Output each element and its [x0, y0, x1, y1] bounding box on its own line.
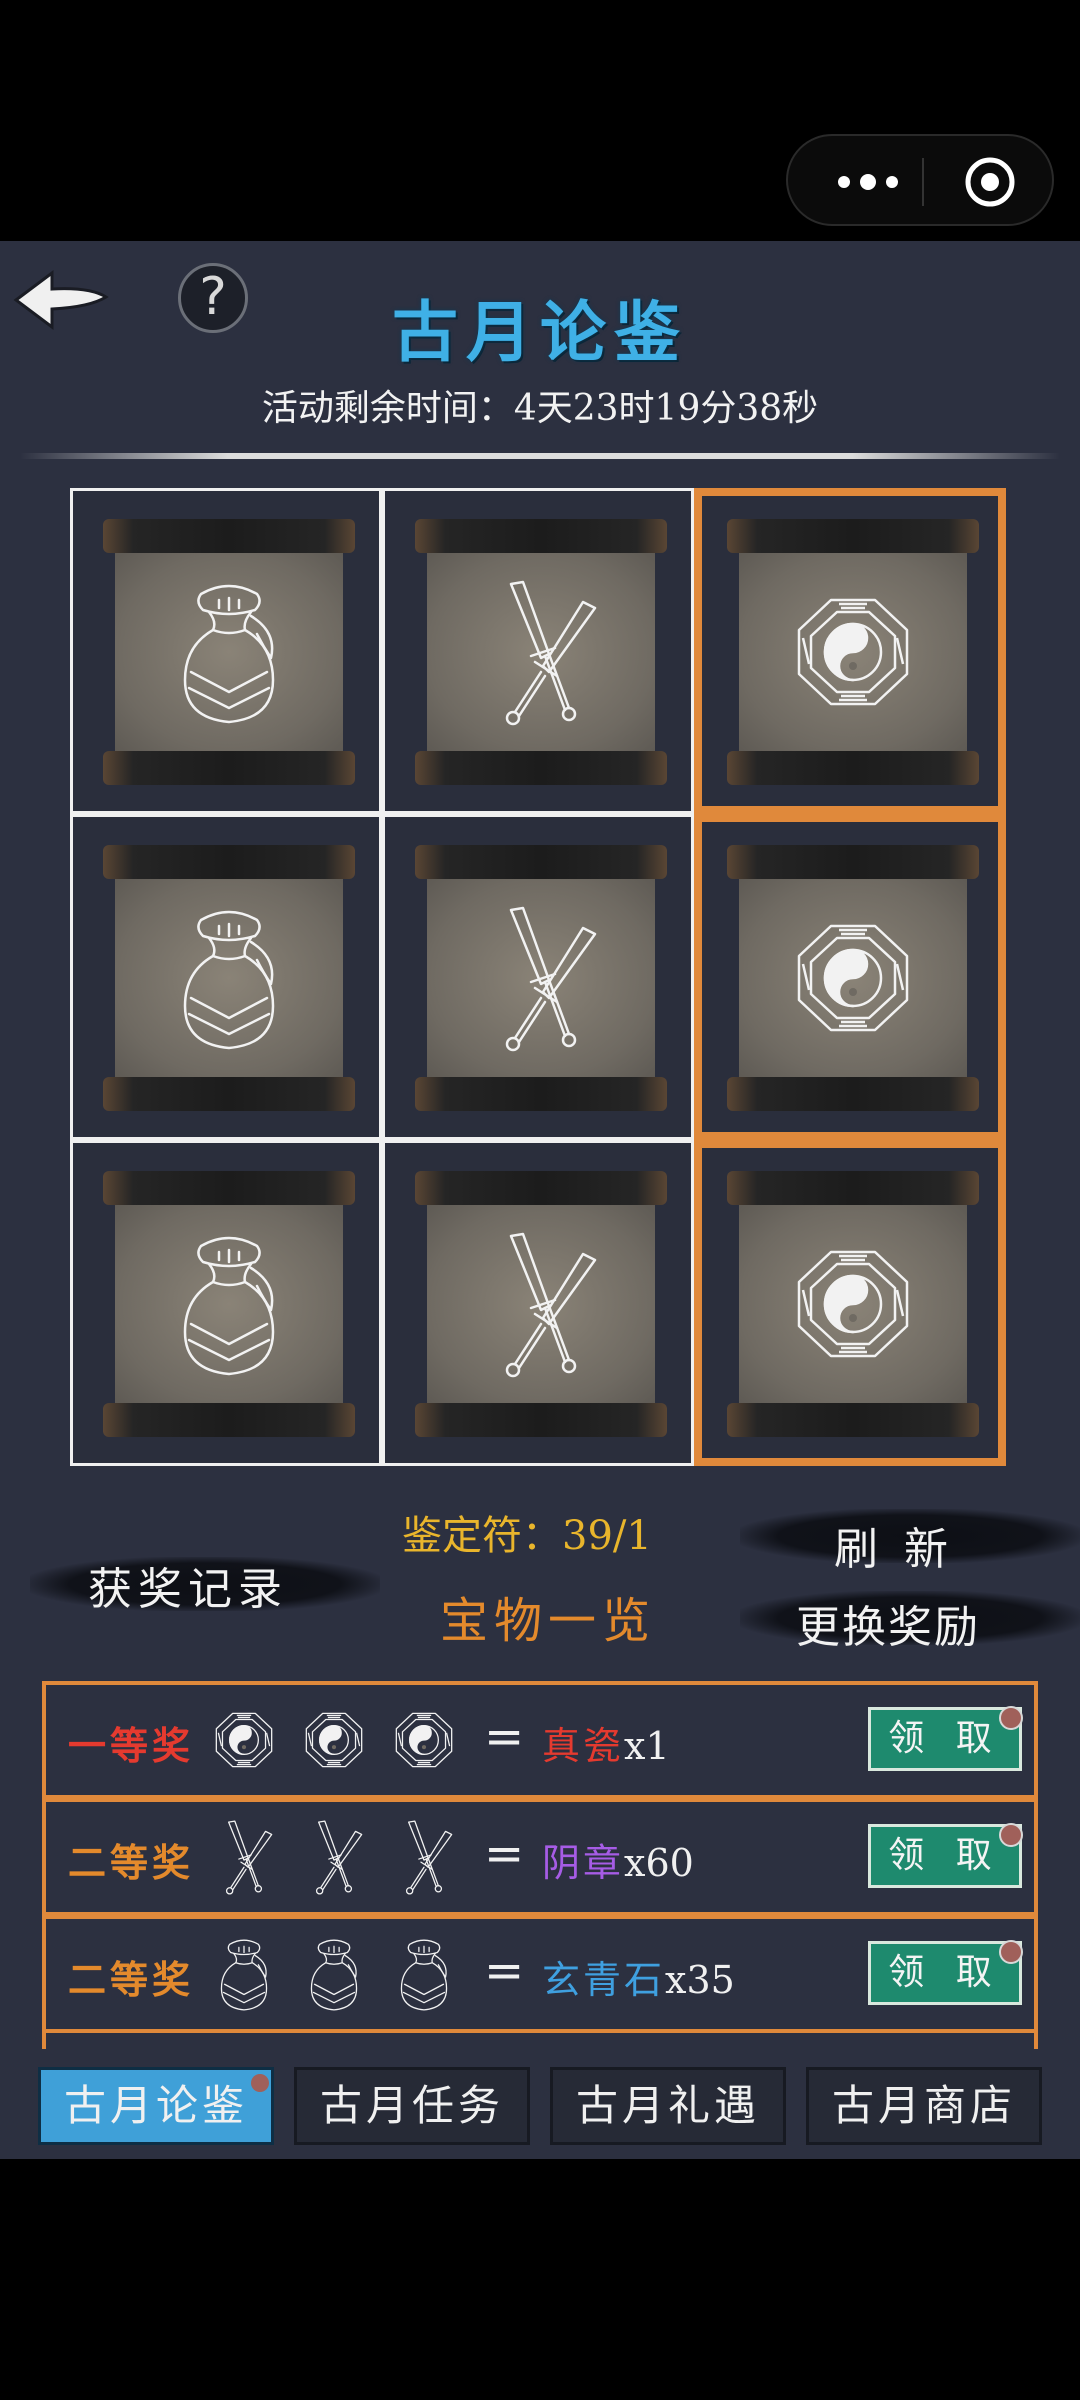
grid-cell[interactable] — [382, 814, 694, 1140]
crossed-swords-icon — [471, 1224, 611, 1384]
tab-shop[interactable]: 古月商店 — [806, 2067, 1042, 2145]
pouch-icon — [159, 572, 299, 732]
appraisal-token-count: 鉴定符：39/1 — [402, 1513, 652, 1559]
prize-name: 一等奖 — [68, 1723, 195, 1768]
tab-label: 古月礼遇 — [575, 2081, 760, 2130]
crossed-swords-icon — [296, 1816, 372, 1898]
treasure-list-button[interactable]: 宝物一览 — [440, 1581, 656, 1651]
bagua-icon — [206, 1699, 282, 1781]
scroll-card — [415, 519, 667, 785]
scroll-card — [727, 845, 979, 1111]
grid-cell-highlighted[interactable] — [694, 814, 1006, 1140]
bagua-icon — [386, 1699, 462, 1781]
scroll-card — [103, 1171, 355, 1437]
notification-dot — [999, 1940, 1023, 1964]
notification-dot — [999, 1706, 1023, 1730]
award-records-button[interactable]: 获奖记录 — [88, 1553, 288, 1617]
reward-name: 阴章 — [542, 1841, 625, 1885]
claim-label: 领 取 — [888, 1952, 1002, 1993]
prize-row: 一等奖 = 真瓷x1 领 取 — [42, 1681, 1038, 1799]
activity-timer: 活动剩余时间：4天23时19分38秒 — [261, 388, 819, 429]
grid-cell[interactable] — [70, 488, 382, 814]
grid-cell[interactable] — [382, 1140, 694, 1466]
reward-count: x1 — [624, 1724, 670, 1768]
grid-cell[interactable] — [382, 488, 694, 814]
page-title: 古月论鉴 — [392, 293, 688, 371]
prize-row: 二等奖 = 玄青石x35 领 取 — [42, 1915, 1038, 2033]
claim-button[interactable]: 领 取 — [868, 1940, 1023, 2005]
bagua-icon — [783, 898, 923, 1058]
pouch-icon — [159, 898, 299, 1058]
equals-icon: = — [484, 1709, 525, 1765]
grid-cell-highlighted[interactable] — [694, 488, 1006, 814]
close-target-icon[interactable] — [964, 156, 1016, 208]
crossed-swords-icon — [206, 1816, 282, 1898]
scroll-card — [103, 845, 355, 1111]
prize-name: 二等奖 — [68, 1840, 195, 1885]
tab-tasks[interactable]: 古月任务 — [294, 2067, 530, 2145]
header-divider — [20, 453, 1060, 459]
prize-row: 二等奖 = 阴章x60 领 取 — [42, 1798, 1038, 1916]
reward: 阴章x60 — [542, 1832, 694, 1887]
claim-button[interactable]: 领 取 — [868, 1823, 1023, 1888]
crossed-swords-icon — [471, 898, 611, 1058]
notification-dot — [999, 1823, 1023, 1847]
equals-icon: = — [484, 1826, 525, 1882]
grid-cell[interactable] — [70, 814, 382, 1140]
pouch-icon — [296, 1933, 372, 2015]
bottom-tab-bar: 古月论鉴 古月任务 古月礼遇 古月商店 — [38, 2067, 1048, 2145]
bagua-icon — [296, 1699, 372, 1781]
reward-name: 真瓷 — [542, 1724, 625, 1768]
scroll-card — [415, 1171, 667, 1437]
scroll-card — [727, 519, 979, 785]
reward: 玄青石x35 — [542, 1949, 735, 2004]
bagua-icon — [783, 1224, 923, 1384]
crossed-swords-icon — [386, 1816, 462, 1898]
scroll-card — [415, 845, 667, 1111]
tab-appraisal[interactable]: 古月论鉴 — [38, 2067, 274, 2145]
prize-name: 二等奖 — [68, 1957, 195, 2002]
claim-label: 领 取 — [888, 1718, 1002, 1759]
game-screen: ? 古月论鉴 活动剩余时间：4天23时19分38秒 鉴定符：39/1 刷 新 获… — [0, 241, 1080, 2159]
bagua-icon — [783, 572, 923, 732]
more-icon[interactable] — [828, 166, 908, 198]
claim-label: 领 取 — [888, 1835, 1002, 1876]
grid-cell-highlighted[interactable] — [694, 1140, 1006, 1466]
equals-icon: = — [484, 1943, 525, 1999]
tab-label: 古月论鉴 — [63, 2081, 248, 2130]
change-reward-button[interactable]: 更换奖励 — [796, 1591, 980, 1655]
claim-button[interactable]: 领 取 — [868, 1706, 1023, 1771]
pouch-icon — [159, 1224, 299, 1384]
reward-count: x35 — [665, 1958, 735, 2002]
refresh-button[interactable]: 刷 新 — [834, 1513, 954, 1577]
scroll-card — [103, 519, 355, 785]
capsule-divider — [922, 158, 924, 206]
tab-label: 古月商店 — [831, 2081, 1016, 2130]
menu-capsule — [786, 134, 1054, 226]
tab-label: 古月任务 — [319, 2081, 504, 2130]
reward-name: 玄青石 — [542, 1958, 666, 2002]
scroll-card — [727, 1171, 979, 1437]
pouch-icon — [386, 1933, 462, 2015]
appraisal-grid — [70, 488, 1010, 1473]
pouch-icon — [206, 1933, 282, 2015]
notification-dot — [251, 2074, 269, 2092]
grid-cell[interactable] — [70, 1140, 382, 1466]
reward-count: x60 — [624, 1841, 694, 1885]
crossed-swords-icon — [471, 572, 611, 732]
reward: 真瓷x1 — [542, 1715, 670, 1770]
tab-gifts[interactable]: 古月礼遇 — [550, 2067, 786, 2145]
